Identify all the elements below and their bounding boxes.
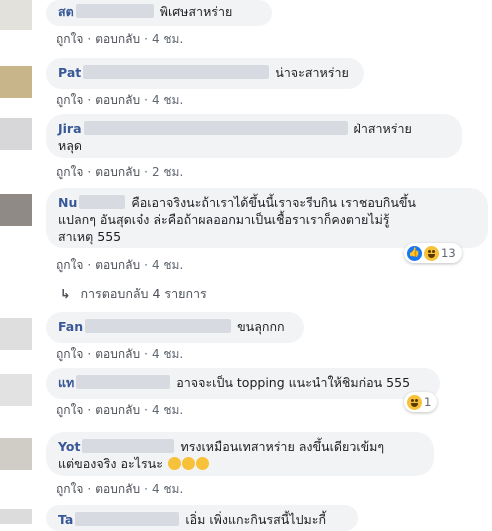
comment-text: ขนลุกกก [237, 319, 285, 334]
timestamp[interactable]: 4 ชม. [152, 345, 183, 364]
comment-actions: ถูกใจ · ตอบกลับ · 4 ชม. [56, 480, 183, 499]
blurred-name [75, 4, 154, 18]
commenter-name[interactable]: สต [58, 4, 74, 19]
reply-link[interactable]: ตอบกลับ [95, 163, 140, 182]
commenter-name[interactable]: Pat [58, 65, 81, 80]
reaction-count: 13 [441, 246, 456, 260]
reaction-summary[interactable]: 1 [404, 392, 438, 412]
blurred-name [83, 121, 348, 135]
comment-bubble: Fan ขนลุกกก [46, 312, 304, 343]
like-link[interactable]: ถูกใจ [56, 345, 83, 364]
reply-link[interactable]: ตอบกลับ [95, 30, 140, 49]
timestamp[interactable]: 4 ชม. [152, 401, 183, 420]
reply-link[interactable]: ตอบกลับ [95, 91, 140, 110]
blurred-name [85, 319, 232, 333]
comment-actions: ถูกใจ · ตอบกลับ · 4 ชม. [56, 345, 183, 364]
comment-bubble: สต พิเศษสาหร่าย [46, 0, 272, 26]
blurred-name [76, 375, 171, 389]
timestamp[interactable]: 4 ชม. [152, 256, 183, 275]
blurred-name [83, 65, 270, 79]
like-link[interactable]: ถูกใจ [56, 91, 83, 110]
avatar[interactable] [0, 374, 32, 406]
reply-arrow-icon: ↳ [60, 286, 71, 301]
replies-count-label: การตอบกลับ 4 รายการ [80, 286, 207, 301]
like-link[interactable]: ถูกใจ [56, 401, 83, 420]
comment-text: อาจจะเป็น topping แนะนำให้ชิมก่อน 555 [176, 375, 411, 390]
comment-text: ฝ่าสาหร่าย [353, 121, 412, 136]
comment-text: พิเศษสาหร่าย [159, 4, 233, 19]
comment-bubble: Nu คือเอาจริงนะถ้าเราได้ขึ้นนี้เราจะรีบก… [46, 188, 488, 248]
commenter-name[interactable]: Yot [58, 439, 80, 454]
avatar[interactable] [0, 118, 32, 150]
commenter-name[interactable]: Nu [58, 195, 77, 210]
timestamp[interactable]: 4 ชม. [152, 91, 183, 110]
comment-text: แปลกๆ อันสุดเจ๋ง ล่ะคือถ้าผลออกมาเป็นเชื… [58, 212, 390, 227]
comment-bubble: Pat น่าจะสาหร่าย [46, 58, 364, 89]
haha-reaction-icon [407, 394, 422, 410]
comment-actions: ถูกใจ · ตอบกลับ · 4 ชม. [56, 256, 183, 275]
comment-actions: ถูกใจ · ตอบกลับ · 4 ชม. [56, 30, 183, 49]
comment-actions: ถูกใจ · ตอบกลับ · 4 ชม. [56, 91, 183, 110]
like-link[interactable]: ถูกใจ [56, 30, 83, 49]
comment-bubble: Jira ฝ่าสาหร่าย หลุด [46, 114, 462, 158]
timestamp[interactable]: 4 ชม. [152, 30, 183, 49]
like-link[interactable]: ถูกใจ [56, 256, 83, 275]
reply-link[interactable]: ตอบกลับ [95, 345, 140, 364]
comment-actions: ถูกใจ · ตอบกลับ · 4 ชม. [56, 401, 183, 420]
avatar[interactable] [0, 194, 32, 226]
reaction-summary[interactable]: 👍 13 [404, 243, 462, 263]
grinning-face-icon [167, 457, 181, 470]
comment-text: เอิ่ม เพิ่งแกะกินรสนี้ไปมะกี้ [185, 512, 327, 527]
commenter-name[interactable]: Ta [58, 512, 73, 527]
comment-actions: ถูกใจ · ตอบกลับ · 2 ชม. [56, 163, 183, 182]
avatar[interactable] [0, 0, 32, 30]
timestamp[interactable]: 2 ชม. [152, 163, 183, 182]
avatar[interactable] [0, 509, 32, 524]
commenter-name[interactable]: แท [58, 375, 74, 390]
comment-bubble: แท อาจจะเป็น topping แนะนำให้ชิมก่อน 555 [46, 368, 440, 399]
grinning-face-icon [181, 457, 195, 470]
comment-text: ทรงเหมือนเทสาหร่าย ลงขึ้นเดียวเข้มๆ [180, 439, 385, 454]
like-link[interactable]: ถูกใจ [56, 480, 83, 499]
view-replies-link[interactable]: ↳ การตอบกลับ 4 รายการ [60, 284, 207, 304]
like-link[interactable]: ถูกใจ [56, 163, 83, 182]
reply-link[interactable]: ตอบกลับ [95, 256, 140, 275]
blurred-name [79, 195, 126, 209]
avatar[interactable] [0, 66, 32, 98]
like-reaction-icon: 👍 [407, 245, 422, 261]
avatar[interactable] [0, 438, 32, 470]
reply-link[interactable]: ตอบกลับ [95, 480, 140, 499]
grinning-face-icon [195, 457, 209, 470]
comment-bubble: Yot ทรงเหมือนเทสาหร่าย ลงขึ้นเดียวเข้มๆ … [46, 432, 434, 476]
avatar[interactable] [0, 318, 32, 350]
blurred-name [82, 439, 175, 453]
timestamp[interactable]: 4 ชม. [152, 480, 183, 499]
comment-text: น่าจะสาหร่าย [275, 65, 349, 80]
reply-link[interactable]: ตอบกลับ [95, 401, 140, 420]
comment-bubble: Ta เอิ่ม เพิ่งแกะกินรสนี้ไปมะกี้ [46, 505, 358, 531]
reaction-count: 1 [424, 395, 432, 409]
commenter-name[interactable]: Jira [58, 121, 82, 136]
haha-reaction-icon [424, 245, 439, 261]
comment-text: แต่ของจริง อะไรนะ [58, 456, 163, 471]
comment-text: หลุด [58, 138, 83, 153]
commenter-name[interactable]: Fan [58, 319, 83, 334]
comment-text: คือเอาจริงนะถ้าเราได้ขึ้นนี้เราจะรีบกิน … [131, 195, 416, 210]
